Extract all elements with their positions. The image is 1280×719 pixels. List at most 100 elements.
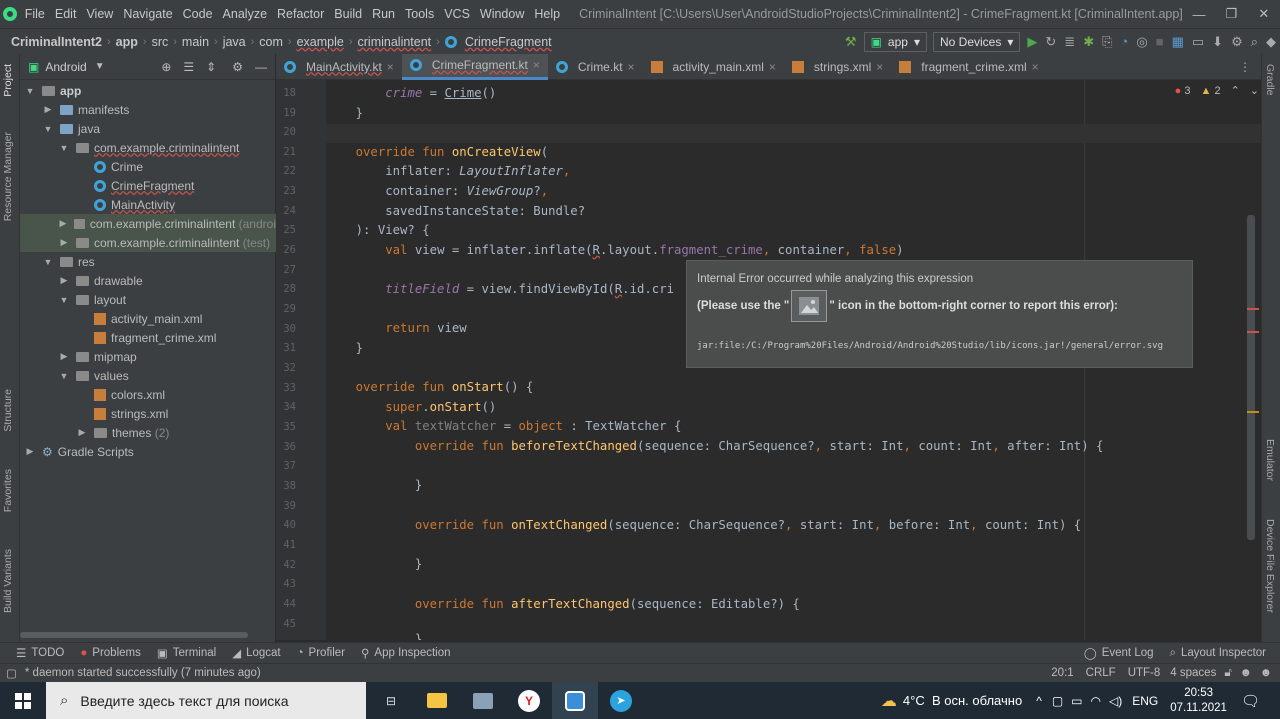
side-tab-gradle[interactable]: Gradle bbox=[1264, 64, 1276, 96]
warning-count[interactable]: ▲ 2 bbox=[1200, 85, 1220, 97]
hammer-icon[interactable]: ⚒ bbox=[845, 32, 857, 52]
expand-arrow-icon[interactable]: ▼ bbox=[42, 257, 54, 267]
tree-item-activity-main-xml[interactable]: activity_main.xml bbox=[20, 309, 276, 328]
close-button[interactable]: ✕ bbox=[1248, 6, 1280, 22]
collapsed-arrow-icon[interactable]: ▶ bbox=[58, 218, 68, 229]
menu-run[interactable]: Run bbox=[367, 7, 400, 21]
horizontal-scrollbar[interactable] bbox=[20, 632, 248, 638]
close-icon[interactable]: × bbox=[533, 58, 540, 72]
menu-code[interactable]: Code bbox=[178, 7, 218, 21]
tree-item-crimefragment[interactable]: CrimeFragment bbox=[20, 176, 276, 195]
expand-arrow-icon[interactable]: ▼ bbox=[24, 86, 36, 96]
caret-position[interactable]: 20:1 bbox=[1051, 667, 1073, 679]
maximize-button[interactable]: ❐ bbox=[1215, 6, 1247, 22]
expand-arrow-icon[interactable]: ▼ bbox=[58, 143, 70, 153]
apply-changes-icon[interactable]: ≣ bbox=[1064, 32, 1075, 52]
yandex-browser-icon[interactable]: Y bbox=[506, 682, 552, 719]
tree-item-fragment-crime-xml[interactable]: fragment_crime.xml bbox=[20, 328, 276, 347]
minimize-button[interactable]: — bbox=[1183, 7, 1215, 22]
tree-item-themes[interactable]: ▶ themes (2) bbox=[20, 423, 276, 442]
tab-strings-xml[interactable]: strings.xml × bbox=[784, 54, 891, 80]
task-view-icon[interactable]: ⊟ bbox=[368, 682, 414, 719]
tool-event-log[interactable]: ◯ Event Log bbox=[1084, 646, 1154, 660]
side-tab-device-file-explorer[interactable]: Device File Explorer bbox=[1264, 519, 1276, 613]
memory-indicator-icon[interactable]: ☻ bbox=[1260, 667, 1272, 679]
tool-logcat[interactable]: ◢ Logcat bbox=[232, 646, 280, 660]
collapsed-arrow-icon[interactable]: ▶ bbox=[76, 427, 88, 438]
run-config-select[interactable]: ▣ app ▾ bbox=[863, 31, 927, 52]
attach-debugger-icon[interactable]: ⎘ bbox=[1102, 32, 1112, 52]
tree-item-package[interactable]: ▼ com.example.criminalintent bbox=[20, 138, 276, 157]
tree-item-mainactivity[interactable]: MainActivity bbox=[20, 195, 276, 214]
weather-text[interactable]: 4°C В осн. облачно bbox=[903, 693, 1022, 708]
collapsed-arrow-icon[interactable]: ▶ bbox=[58, 237, 70, 248]
search-icon[interactable]: ⌕ bbox=[1251, 32, 1258, 52]
breadcrumb-crimefragment[interactable]: CrimeFragment bbox=[462, 35, 555, 49]
tree-item-package-androidtest[interactable]: ▶ com.example.criminalintent (androi bbox=[20, 214, 276, 233]
device-manager-icon[interactable]: ⚙ bbox=[1231, 32, 1243, 52]
weather-cloud-icon[interactable]: ☁ bbox=[881, 691, 897, 711]
menu-vcs[interactable]: VCS bbox=[439, 7, 475, 21]
menu-navigate[interactable]: Navigate bbox=[118, 7, 177, 21]
tool-app-inspection[interactable]: ⚲ App Inspection bbox=[361, 646, 451, 660]
project-structure-icon[interactable]: ▦ bbox=[1172, 32, 1184, 52]
tab-crime[interactable]: Crime.kt × bbox=[548, 54, 643, 80]
menu-tools[interactable]: Tools bbox=[400, 7, 439, 21]
tool-todo[interactable]: ☰ TODO bbox=[16, 646, 64, 660]
breadcrumb-app[interactable]: app bbox=[113, 35, 141, 49]
file-encoding[interactable]: UTF-8 bbox=[1128, 667, 1161, 679]
vertical-scrollbar[interactable] bbox=[1247, 215, 1255, 540]
menu-refactor[interactable]: Refactor bbox=[272, 7, 329, 21]
close-icon[interactable]: × bbox=[1032, 60, 1039, 74]
expand-arrow-icon[interactable]: ▼ bbox=[42, 124, 54, 134]
tree-item-mipmap[interactable]: ▶ mipmap bbox=[20, 347, 276, 366]
collapsed-arrow-icon[interactable]: ▶ bbox=[58, 275, 70, 286]
error-stripe-mark[interactable] bbox=[1247, 308, 1259, 310]
avd-manager-icon[interactable]: ▭ bbox=[1192, 32, 1204, 52]
menu-build[interactable]: Build bbox=[329, 7, 367, 21]
warning-stripe-mark[interactable] bbox=[1247, 411, 1259, 413]
collapsed-arrow-icon[interactable]: ▶ bbox=[58, 351, 70, 362]
breadcrumb-java[interactable]: java bbox=[220, 35, 249, 49]
line-separator[interactable]: CRLF bbox=[1086, 667, 1116, 679]
sdk-manager-icon[interactable]: ⬇ bbox=[1212, 32, 1223, 52]
clock[interactable]: 20:53 07.11.2021 bbox=[1170, 686, 1227, 716]
tool-profiler[interactable]: ◔ Profiler bbox=[297, 647, 345, 659]
close-icon[interactable]: × bbox=[387, 60, 394, 74]
toggle-tool-windows-icon[interactable]: ▢ bbox=[6, 666, 17, 680]
tree-item-crime[interactable]: Crime bbox=[20, 157, 276, 176]
lock-icon[interactable]: 🔓︎ bbox=[1224, 667, 1231, 680]
breadcrumb-main[interactable]: main bbox=[179, 35, 212, 49]
hide-icon[interactable]: — bbox=[255, 60, 267, 74]
telegram-icon[interactable]: ➤ bbox=[598, 682, 644, 719]
side-tab-favorites[interactable]: Favorites bbox=[2, 469, 14, 512]
side-tab-project[interactable]: Project bbox=[2, 64, 14, 97]
tab-mainactivity[interactable]: MainActivity.kt × bbox=[276, 54, 402, 80]
breadcrumb-project[interactable]: CriminalIntent2 bbox=[8, 35, 105, 49]
error-count[interactable]: ● 3 bbox=[1175, 85, 1191, 97]
menu-help[interactable]: Help bbox=[529, 7, 565, 21]
menu-file[interactable]: File bbox=[20, 7, 50, 21]
assistant-icon[interactable]: ◆ bbox=[1266, 32, 1276, 52]
caret-down-icon[interactable]: ▼ bbox=[95, 61, 105, 72]
chevron-up-icon[interactable]: ⌃ bbox=[1231, 84, 1240, 97]
notifications-icon[interactable]: 🗨︎ bbox=[1241, 692, 1260, 710]
run-icon[interactable]: ▶ bbox=[1027, 32, 1037, 52]
menu-edit[interactable]: Edit bbox=[50, 7, 82, 21]
chevron-up-icon[interactable]: ^ bbox=[1036, 694, 1042, 708]
volume-icon[interactable]: ◁) bbox=[1109, 694, 1122, 708]
device-select[interactable]: No Devices ▾ bbox=[932, 31, 1021, 52]
tree-item-layout[interactable]: ▼ layout bbox=[20, 290, 276, 309]
inspection-widget[interactable]: ● 3 ▲ 2 ⌃ ⌄ bbox=[1175, 84, 1259, 98]
breadcrumb-example[interactable]: example bbox=[294, 35, 347, 49]
indent-setting[interactable]: 4 spaces bbox=[1170, 667, 1216, 679]
tree-item-res[interactable]: ▼ res bbox=[20, 252, 276, 271]
expand-arrow-icon[interactable]: ▼ bbox=[58, 295, 70, 305]
tree-item-drawable[interactable]: ▶ drawable bbox=[20, 271, 276, 290]
chevron-down-icon[interactable]: ⌄ bbox=[1250, 84, 1259, 97]
photos-app-icon[interactable] bbox=[460, 682, 506, 719]
tree-item-colors-xml[interactable]: colors.xml bbox=[20, 385, 276, 404]
profile-icon[interactable]: ◔ bbox=[1121, 32, 1129, 52]
close-icon[interactable]: × bbox=[769, 60, 776, 74]
tree-item-app[interactable]: ▼ app bbox=[20, 81, 276, 100]
